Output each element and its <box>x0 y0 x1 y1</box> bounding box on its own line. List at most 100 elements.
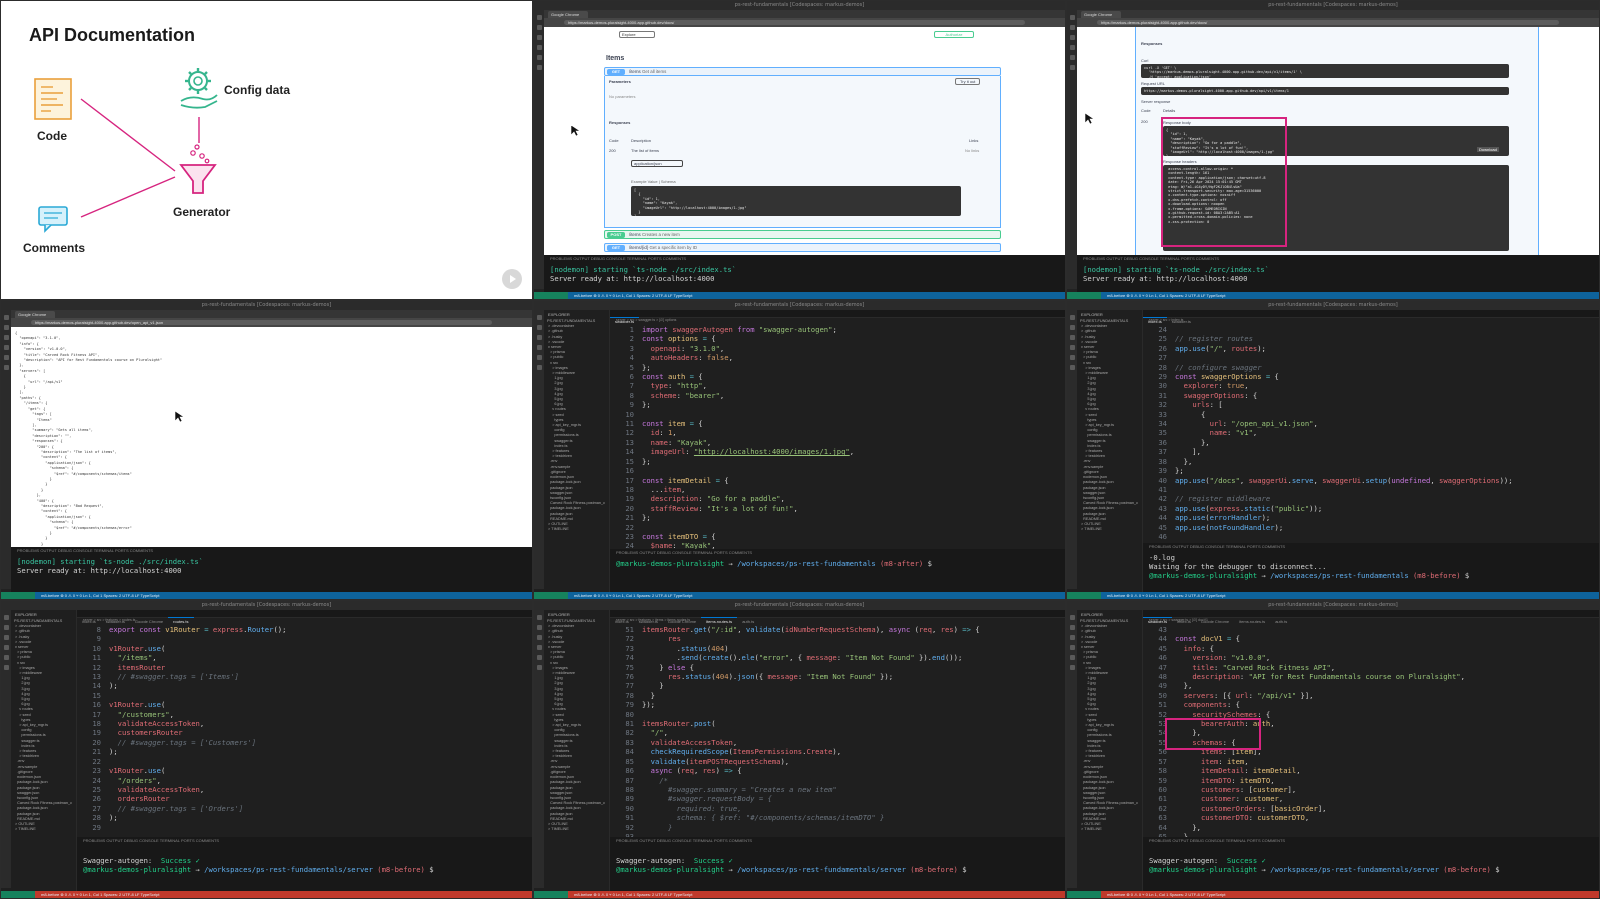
explorer-tree[interactable]: PS-REST-FUNDAMENTALS > .devcontainer > .… <box>11 619 76 832</box>
op-get-item-by-id[interactable]: GET/items/{id} Get a specific item by ID <box>604 243 1001 252</box>
terminal-panel: PROBLEMS OUTPUT DEBUG CONSOLE TERMINAL P… <box>610 837 1065 893</box>
code-editor[interactable]: 51 itemsRouter.get("/:id", validate(idNum… <box>610 623 1059 837</box>
mouse-pointer-icon <box>571 125 581 137</box>
status-bar: m8-before ⊗ 0 ⚠ 0 ⑂ 0 Ln 1, Col 1 Spaces… <box>534 292 1065 299</box>
example-value-tabs[interactable]: Example Value | Schema <box>631 179 676 184</box>
example-value-json: [ { "id": 1, "name": "Kayak", "imageUrl"… <box>631 186 961 216</box>
explorer-tree[interactable]: PS-REST-FUNDAMENTALS > .devcontainer > .… <box>1077 319 1142 532</box>
terminal-tabs[interactable]: PROBLEMS OUTPUT DEBUG CONSOLE TERMINAL P… <box>77 837 532 845</box>
terminal-tabs[interactable]: PROBLEMS OUTPUT DEBUG CONSOLE TERMINAL P… <box>1143 837 1599 845</box>
terminal-output: @markus-demos-pluralsight → /workspaces/… <box>616 559 932 568</box>
remote-indicator[interactable] <box>1 592 35 599</box>
address-bar[interactable]: https://markus-demos-pluralsight-4000.ap… <box>544 18 1065 27</box>
browser-tabbar: Google Chrome <box>1077 10 1599 18</box>
swagger-page: Explore Authorize Items GET/items Get al… <box>544 27 1065 255</box>
swagger-page: Responses Curl curl -X 'GET' \ 'https://… <box>1077 27 1599 255</box>
editor-tabs: swagger.ts <box>610 310 1065 326</box>
remote-indicator[interactable] <box>1067 292 1101 299</box>
op-post-items[interactable]: POST/items Creates a new item <box>604 230 1001 239</box>
address-bar[interactable]: https://markus-demos-pluralsight-4000.ap… <box>1077 18 1599 27</box>
media-type-select[interactable]: application/json <box>631 160 683 167</box>
browser-tab[interactable]: Google Chrome <box>548 11 588 18</box>
editor-tabs: index.ts swagger.ts Google Chrome routes.ts <box>77 610 532 626</box>
comments-label: Comments <box>23 241 86 255</box>
window-titlebar: ps-rest-fundamentals [Codespaces: markus… <box>534 1 1065 10</box>
code-editor[interactable]: 1 import swaggerAutogen from "swagger-aut… <box>610 323 1059 551</box>
op-get-items-body: Parameters Try it out No parameters Resp… <box>604 76 1001 228</box>
terminal-tabs[interactable]: PROBLEMS OUTPUT DEBUG CONSOLE TERMINAL P… <box>610 549 1065 557</box>
vscode-index-swagger: ps-rest-fundamentals [Codespaces: markus… <box>1066 300 1600 600</box>
window-titlebar: ps-rest-fundamentals [Codespaces: markus… <box>1067 1 1599 10</box>
download-button[interactable]: Download <box>1477 147 1499 152</box>
file-explorer: EXPLORER PS-REST-FUNDAMENTALS > .devconta… <box>1077 310 1143 592</box>
json-page: { "openapi": "3.1.0", "info": { "version… <box>11 327 532 547</box>
code-editor[interactable]: 8 export const v1Router = express.Router(… <box>77 623 526 837</box>
terminal-tabs[interactable]: PROBLEMS OUTPUT DEBUG CONSOLE TERMINAL P… <box>610 837 1065 845</box>
editor-tabs: index.ts swagger.ts Google Chrome items.rou… <box>610 610 1065 626</box>
activity-bar <box>534 610 544 888</box>
remote-indicator[interactable] <box>1 891 35 898</box>
code-content: 1 import swaggerAutogen from "swagger-aut… <box>625 325 855 551</box>
items-section-title[interactable]: Items <box>606 55 624 62</box>
mouse-pointer-icon <box>1085 113 1095 125</box>
window-titlebar: ps-rest-fundamentals [Codespaces: markus… <box>1 301 532 310</box>
code-content: 8 export const v1Router = express.Router(… <box>92 625 287 832</box>
terminal-output: [nodemon] starting `ts-node ./src/index.… <box>550 265 737 283</box>
code-document-icon <box>34 78 72 120</box>
vscode-swagger-options: ps-rest-fundamentals [Codespaces: markus… <box>533 300 1066 600</box>
code-content: 51 itemsRouter.get("/:id", validate(idNum… <box>625 625 980 837</box>
try-it-out-button[interactable]: Try it out <box>955 78 981 85</box>
code-editor[interactable]: 43 44 const docV1 = { 45 info: { 46 versi… <box>1143 623 1593 837</box>
code-editor[interactable]: 24 25// register routes 26 app.use("/", r… <box>1143 323 1593 543</box>
terminal-output: Swagger-autogen: Success ✓ @markus-demos… <box>1149 856 1500 874</box>
remote-indicator[interactable] <box>534 592 568 599</box>
window-titlebar: ps-rest-fundamentals [Codespaces: markus… <box>1 601 532 610</box>
browser-tabbar: Google Chrome <box>544 10 1065 18</box>
terminal-output: [nodemon] starting `ts-node ./src/index.… <box>1083 265 1270 283</box>
terminal-panel: PROBLEMS OUTPUT DEBUG CONSOLE TERMINAL P… <box>11 547 532 594</box>
terminal-panel: PROBLEMS OUTPUT DEBUG CONSOLE TERMINAL P… <box>1143 543 1599 594</box>
vscode-v1-router: ps-rest-fundamentals [Codespaces: markus… <box>0 600 533 899</box>
remote-indicator[interactable] <box>534 292 568 299</box>
file-explorer: EXPLORER PS-REST-FUNDAMENTALS > .devconta… <box>11 610 77 891</box>
comments-chat-icon <box>38 206 68 233</box>
highlight-response-box <box>1161 117 1287 247</box>
activity-bar <box>1067 610 1077 888</box>
remote-indicator[interactable] <box>1067 891 1101 898</box>
activity-bar <box>1 310 11 589</box>
browser-tab[interactable]: Google Chrome <box>15 311 55 318</box>
terminal-panel: PROBLEMS OUTPUT DEBUG CONSOLE TERMINAL P… <box>610 549 1065 594</box>
request-url: https://markus-demos-pluralsight-4000.ap… <box>1141 87 1509 95</box>
window-titlebar: ps-rest-fundamentals [Codespaces: markus… <box>1067 301 1599 310</box>
editor-tabs: index.ts swagger.ts <box>1143 310 1599 326</box>
browser-swagger-ui: ps-rest-fundamentals [Codespaces: markus… <box>533 0 1066 300</box>
terminal-tabs[interactable]: PROBLEMS OUTPUT DEBUG CONSOLE TERMINAL P… <box>11 547 532 555</box>
generator-funnel-icon <box>179 144 217 194</box>
explorer-tree[interactable]: PS-REST-FUNDAMENTALS > .devcontainer > .… <box>544 319 609 532</box>
file-explorer: EXPLORER PS-REST-FUNDAMENTALS > .devconta… <box>544 310 610 592</box>
browser-tab[interactable]: Google Chrome <box>1081 11 1121 18</box>
op-get-items[interactable]: GET/items Get all items <box>604 67 1001 76</box>
terminal-tabs[interactable]: PROBLEMS OUTPUT DEBUG CONSOLE TERMINAL P… <box>1143 543 1599 551</box>
browser-openapi-json: ps-rest-fundamentals [Codespaces: markus… <box>0 300 533 600</box>
terminal-output: Swagger-autogen: Success ✓ @markus-demos… <box>616 856 967 874</box>
explorer-tree[interactable]: PS-REST-FUNDAMENTALS > .devcontainer > .… <box>1077 619 1142 832</box>
editor-tabs: swagger.ts index.ts Google Chrome items.rou… <box>1143 610 1599 626</box>
vscode-docv1-components: ps-rest-fundamentals [Codespaces: markus… <box>1066 600 1600 899</box>
explorer-tree[interactable]: PS-REST-FUNDAMENTALS > .devcontainer > .… <box>544 619 609 832</box>
authorize-button[interactable]: Authorize <box>934 31 974 38</box>
terminal-tabs[interactable]: PROBLEMS OUTPUT DEBUG CONSOLE TERMINAL P… <box>1077 255 1599 263</box>
window-titlebar: ps-rest-fundamentals [Codespaces: markus… <box>1067 601 1599 610</box>
definition-select[interactable]: Explore <box>619 31 655 38</box>
video-storyboard-grid: API Documentation Code Config data Gener… <box>0 0 1600 899</box>
terminal-output: Swagger-autogen: Success ✓ @markus-demos… <box>83 856 434 874</box>
remote-indicator[interactable] <box>1067 592 1101 599</box>
remote-indicator[interactable] <box>534 891 568 898</box>
status-bar: m8-before ⊗ 0 ⚠ 0 ⑂ 0 Ln 1, Col 1 Spaces… <box>1 592 532 599</box>
terminal-tabs[interactable]: PROBLEMS OUTPUT DEBUG CONSOLE TERMINAL P… <box>544 255 1065 263</box>
address-bar[interactable]: https://markus-demos-pluralsight-4000.ap… <box>11 318 532 327</box>
vscode-items-router: ps-rest-fundamentals [Codespaces: markus… <box>533 600 1066 899</box>
status-bar: m8-before ⊗ 0 ⚠ 0 ⑂ 0 Ln 1, Col 1 Spaces… <box>1067 891 1599 898</box>
curl-command: curl -X 'GET' \ 'https://markus-demos-pl… <box>1141 64 1509 78</box>
status-bar: m8-before ⊗ 0 ⚠ 0 ⑂ 0 Ln 1, Col 1 Spaces… <box>1 891 532 898</box>
